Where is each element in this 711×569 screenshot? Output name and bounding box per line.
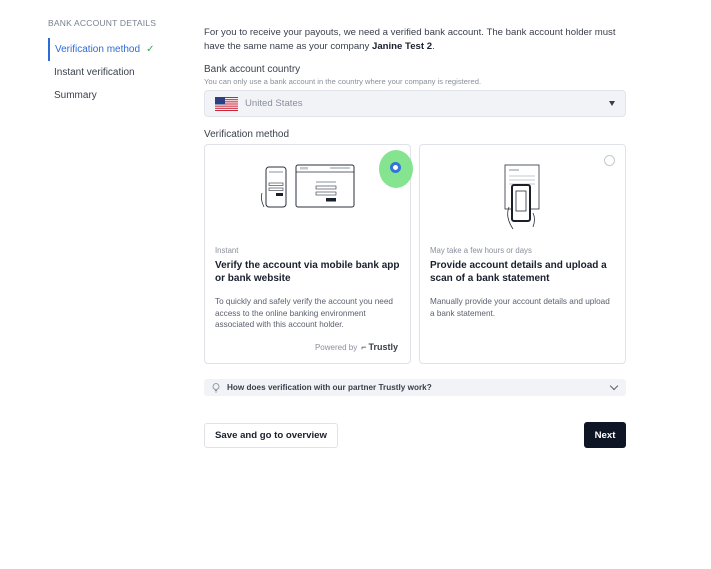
step-label: Instant verification — [54, 67, 135, 78]
verification-options: Instant Verify the account via mobile ba… — [204, 144, 626, 364]
main-content: For you to receive your payouts, we need… — [204, 26, 626, 448]
step-verification-method[interactable]: Verification method ✓ — [48, 38, 178, 61]
powered-by: Powered by ⌐ Trustly — [314, 342, 398, 352]
country-label: Bank account country — [204, 64, 301, 75]
option-card-instant[interactable]: Instant Verify the account via mobile ba… — [204, 144, 413, 364]
scan-statement-icon — [504, 164, 539, 230]
option-meta: Instant — [215, 246, 239, 255]
bank-statement-illustration — [420, 163, 625, 233]
save-and-overview-button[interactable]: Save and go to overview — [204, 422, 338, 448]
radio-option-manual[interactable] — [604, 155, 615, 166]
step-label: Verification method — [55, 44, 141, 55]
step-instant-verification[interactable]: Instant verification — [48, 61, 178, 84]
trustly-info-accordion[interactable]: How does verification with our partner T… — [204, 379, 626, 396]
form-actions: Save and go to overview Next — [204, 422, 626, 448]
country-select[interactable]: United States — [204, 90, 626, 117]
sidebar-heading: BANK ACCOUNT DETAILS — [48, 18, 157, 28]
radio-option-instant[interactable] — [390, 162, 401, 173]
step-summary[interactable]: Summary — [48, 84, 178, 107]
trustly-logo: ⌐ Trustly — [361, 342, 398, 352]
option-card-manual[interactable]: May take a few hours or days Provide acc… — [419, 144, 626, 364]
lightbulb-icon — [212, 382, 220, 392]
option-description: Manually provide your account details an… — [430, 297, 610, 318]
sidebar: BANK ACCOUNT DETAILS Verification method… — [48, 18, 178, 107]
selection-highlight — [379, 150, 413, 188]
option-meta: May take a few hours or days — [430, 246, 532, 255]
country-value: United States — [245, 98, 303, 109]
step-label: Summary — [54, 90, 97, 101]
option-description: To quickly and safely verify the account… — [215, 297, 393, 329]
check-icon: ✓ — [146, 44, 155, 55]
caret-down-icon — [609, 101, 615, 106]
next-button[interactable]: Next — [584, 422, 626, 448]
accordion-text: How does verification with our partner T… — [227, 383, 432, 392]
verification-method-label: Verification method — [204, 129, 290, 140]
step-list: Verification method ✓ Instant verificati… — [48, 38, 178, 107]
option-title: Provide account details and upload a sca… — [430, 260, 607, 284]
country-hint: You can only use a bank account in the c… — [204, 77, 482, 86]
us-flag-icon — [215, 96, 238, 111]
company-name: Janine Test 2 — [371, 41, 433, 52]
chevron-down-icon — [609, 381, 619, 391]
option-title: Verify the account via mobile bank app o… — [215, 260, 400, 284]
intro-text: For you to receive your payouts, we need… — [204, 27, 616, 52]
trustly-icon: ⌐ — [361, 342, 367, 352]
phone-and-browser-icon — [260, 164, 354, 208]
